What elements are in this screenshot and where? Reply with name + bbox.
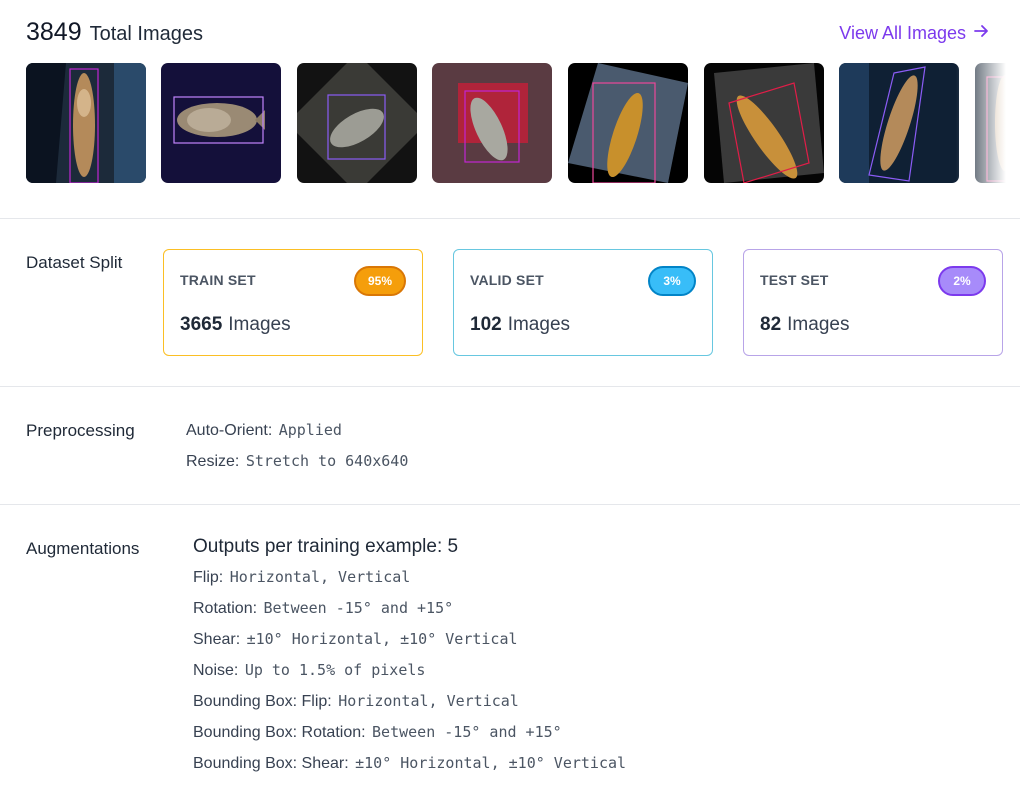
view-all-images-link[interactable]: View All Images xyxy=(839,22,990,45)
train-set-count-unit: Images xyxy=(228,314,291,335)
augmentation-value: Horizontal, Vertical xyxy=(229,568,411,586)
total-images: 3849 Total Images xyxy=(26,18,203,47)
augmentation-key: Bounding Box: Rotation: xyxy=(193,724,366,741)
preprocessing-value: Applied xyxy=(278,421,342,439)
dataset-split-label: Dataset Split xyxy=(26,253,123,272)
augmentation-value: Between -15° and +15° xyxy=(372,723,562,741)
total-images-label: Total Images xyxy=(89,23,204,45)
total-images-count: 3849 xyxy=(26,18,82,46)
test-set-percent-badge: 2% xyxy=(938,266,986,296)
preprocessing-item: Resize: Stretch to 640x640 xyxy=(186,452,408,471)
test-set-count-value: 82 xyxy=(760,314,782,335)
divider xyxy=(0,218,1020,219)
outputs-per-example: Outputs per training example: 5 xyxy=(193,536,459,557)
image-thumbnail-strip xyxy=(26,63,1006,183)
arrow-right-icon xyxy=(972,22,990,45)
preprocessing-item: Auto-Orient: Applied xyxy=(186,421,342,440)
valid-set-count: 102 Images xyxy=(470,314,570,336)
augmentation-value: Up to 1.5% of pixels xyxy=(244,661,426,679)
augmentation-key: Noise: xyxy=(193,662,239,679)
image-thumbnail[interactable] xyxy=(704,63,824,183)
augmentation-key: Bounding Box: Flip: xyxy=(193,693,332,710)
augmentation-item: Noise: Up to 1.5% of pixels xyxy=(193,661,425,680)
augmentation-value: Horizontal, Vertical xyxy=(338,692,519,710)
test-set-card[interactable]: TEST SET 2% 82 Images xyxy=(743,249,1003,356)
augmentation-item: Bounding Box: Rotation: Between -15° and… xyxy=(193,723,562,742)
augmentation-item: Flip: Horizontal, Vertical xyxy=(193,568,410,587)
valid-set-count-value: 102 xyxy=(470,314,502,335)
augmentation-item: Bounding Box: Flip: Horizontal, Vertical xyxy=(193,692,519,711)
test-set-title: TEST SET xyxy=(760,272,829,288)
test-set-count-unit: Images xyxy=(787,314,850,335)
divider xyxy=(0,386,1020,387)
image-thumbnail[interactable] xyxy=(432,63,552,183)
augmentation-value: Between -15° and +15° xyxy=(263,599,454,617)
image-thumbnail[interactable] xyxy=(297,63,417,183)
augmentation-key: Rotation: xyxy=(193,600,258,617)
preprocessing-key: Auto-Orient: xyxy=(186,422,273,439)
test-set-count: 82 Images xyxy=(760,314,849,336)
train-set-percent-badge: 95% xyxy=(353,266,406,296)
image-thumbnail[interactable] xyxy=(568,63,688,183)
augmentations-label: Augmentations xyxy=(26,539,140,558)
augmentation-item: Shear: ±10° Horizontal, ±10° Vertical xyxy=(193,630,518,649)
divider xyxy=(0,504,1020,505)
image-thumbnail[interactable] xyxy=(839,63,959,183)
valid-set-card[interactable]: VALID SET 3% 102 Images xyxy=(453,249,713,356)
valid-set-percent-badge: 3% xyxy=(648,266,696,296)
augmentation-item: Bounding Box: Shear: ±10° Horizontal, ±1… xyxy=(193,754,626,773)
augmentation-value: ±10° Horizontal, ±10° Vertical xyxy=(246,630,518,648)
train-set-title: TRAIN SET xyxy=(180,272,256,288)
images-header: 3849 Total Images View All Images xyxy=(26,18,996,54)
image-thumbnail[interactable] xyxy=(161,63,281,183)
train-set-card[interactable]: TRAIN SET 95% 3665 Images xyxy=(163,249,423,356)
augmentation-key: Shear: xyxy=(193,631,241,648)
augmentation-key: Flip: xyxy=(193,569,224,586)
image-thumbnail[interactable] xyxy=(975,63,1006,183)
augmentation-key: Bounding Box: Shear: xyxy=(193,755,349,772)
valid-set-title: VALID SET xyxy=(470,272,544,288)
preprocessing-value: Stretch to 640x640 xyxy=(245,452,409,470)
augmentation-value: ±10° Horizontal, ±10° Vertical xyxy=(355,754,627,772)
preprocessing-key: Resize: xyxy=(186,453,240,470)
train-set-count-value: 3665 xyxy=(180,314,223,335)
preprocessing-label: Preprocessing xyxy=(26,421,135,440)
augmentation-item: Rotation: Between -15° and +15° xyxy=(193,599,453,618)
valid-set-count-unit: Images xyxy=(507,314,571,335)
train-set-count: 3665 Images xyxy=(180,314,291,336)
image-thumbnail[interactable] xyxy=(26,63,146,183)
view-all-images-label: View All Images xyxy=(839,23,966,43)
